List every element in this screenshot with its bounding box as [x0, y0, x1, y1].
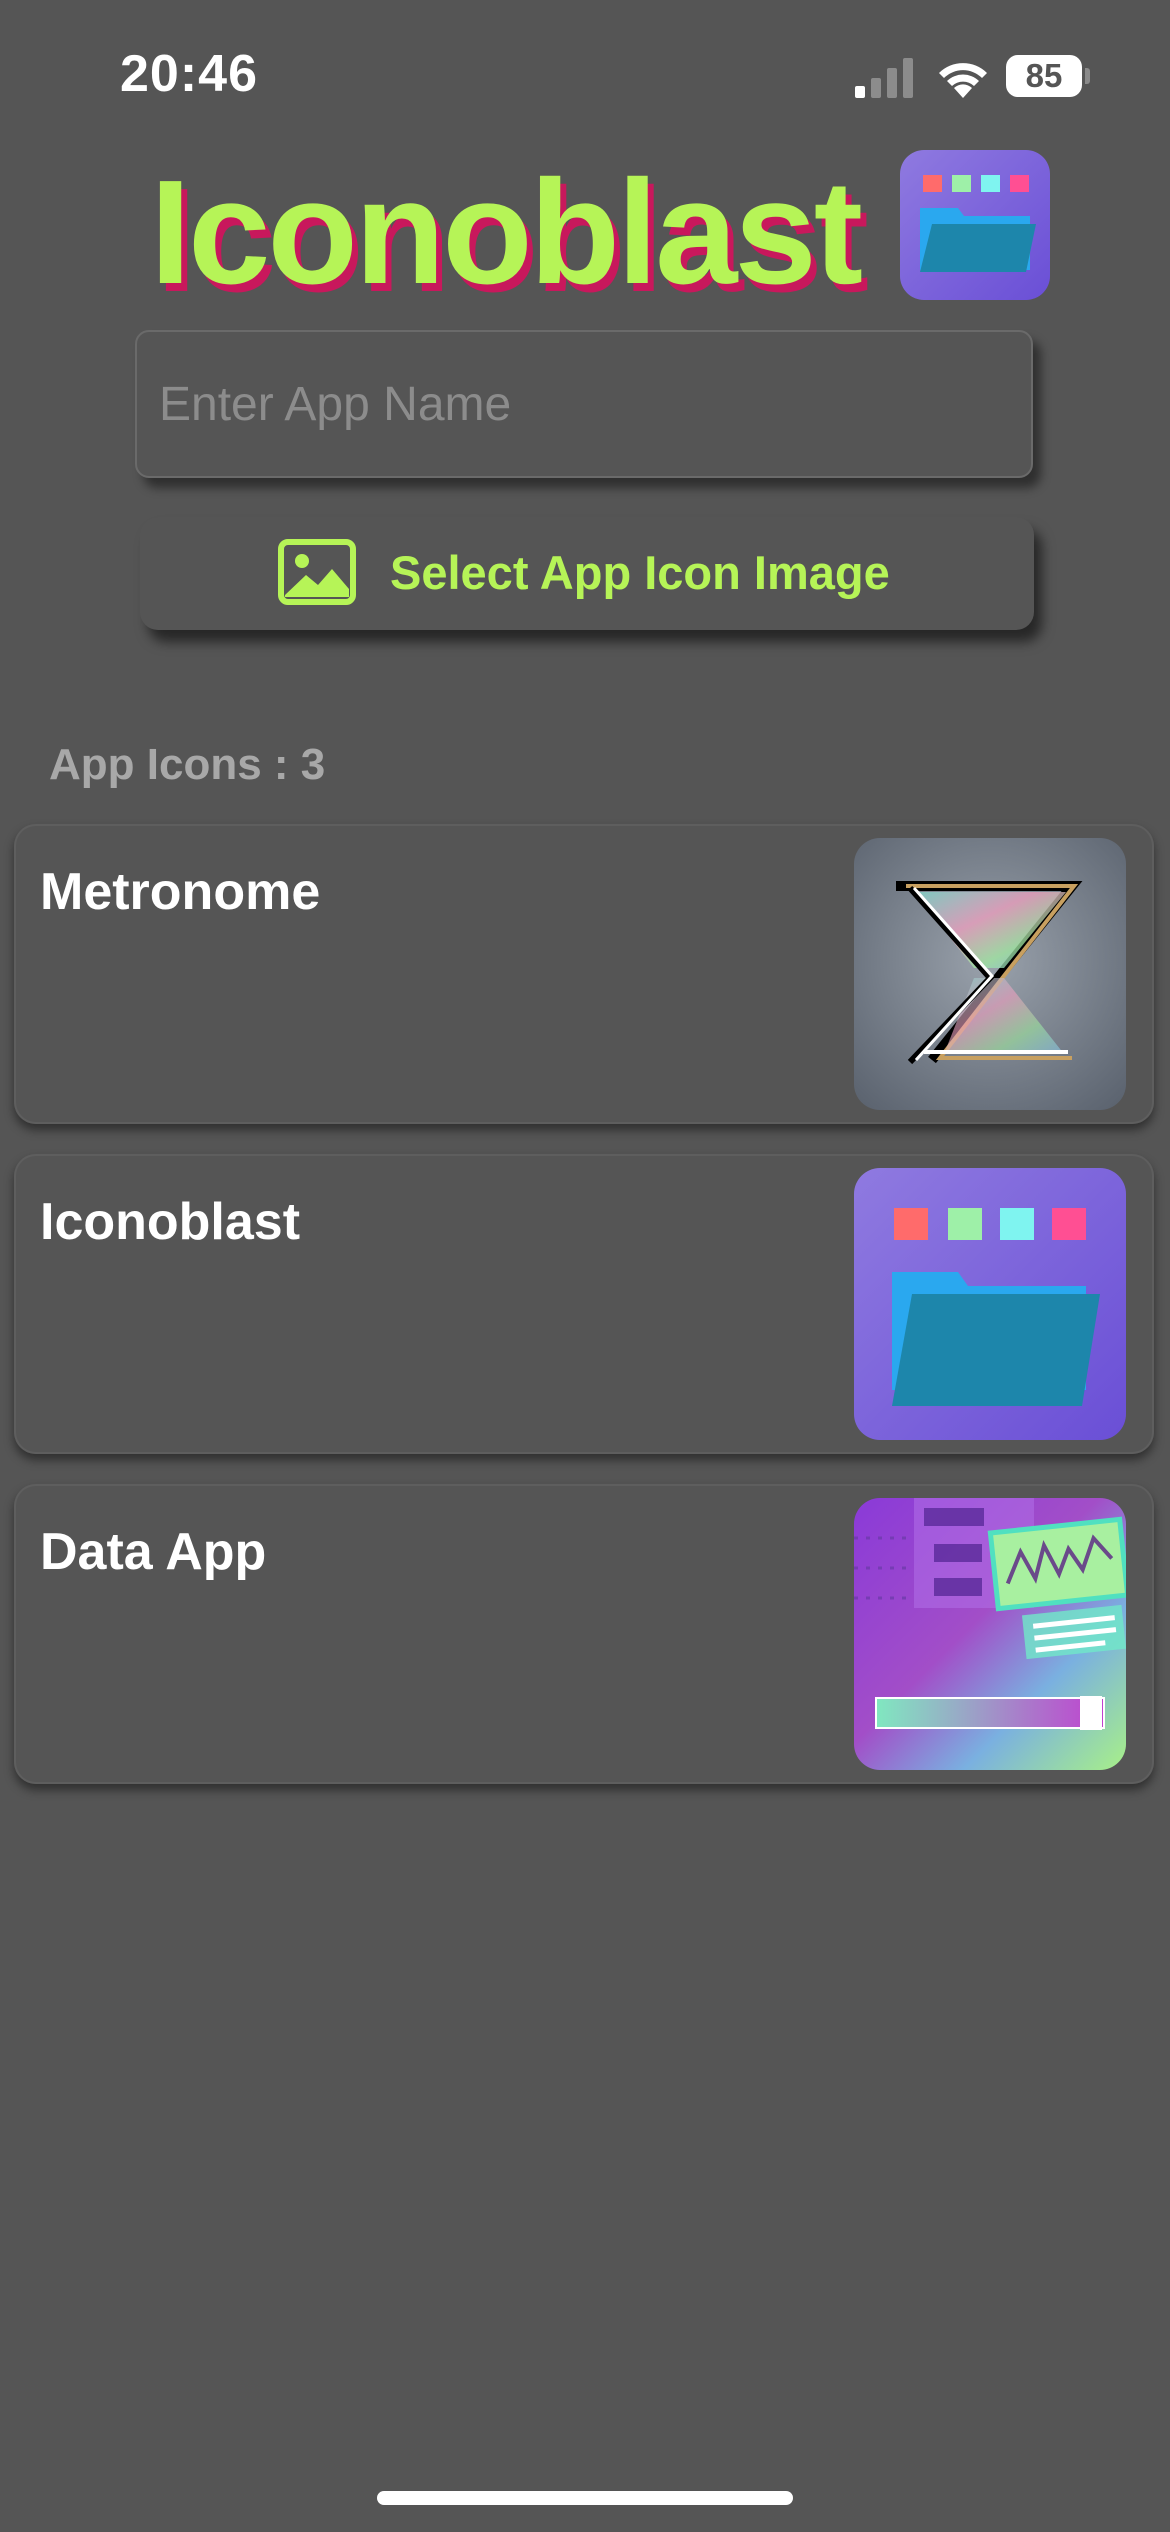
folder-with-color-squares-icon [900, 150, 1050, 300]
list-item-name: Iconoblast [40, 1193, 301, 1251]
list-item-name: Metronome [40, 863, 321, 921]
app-title: Iconoblast [150, 150, 863, 315]
battery-indicator: 85 [1006, 55, 1090, 97]
battery-percent: 85 [1025, 57, 1063, 94]
app-name-input[interactable] [135, 330, 1033, 478]
folder-with-color-squares-icon [854, 1168, 1126, 1440]
app-icons-count: App Icons : 3 [49, 740, 326, 789]
select-app-icon-image-button[interactable]: Select App Icon Image [140, 517, 1034, 630]
photo-icon [278, 539, 356, 605]
list-item[interactable]: Iconoblast [14, 1154, 1154, 1454]
status-bar: 20:46 85 [0, 0, 1170, 150]
list-item[interactable]: Data App [14, 1484, 1154, 1784]
wifi-icon [939, 63, 987, 98]
data-chart-icon [854, 1498, 1126, 1770]
home-indicator[interactable] [377, 2491, 793, 2505]
status-time: 20:46 [120, 45, 258, 103]
select-button-label: Select App Icon Image [390, 546, 890, 599]
list-item[interactable]: Metronome [14, 824, 1154, 1124]
hourglass-icon [854, 838, 1126, 1110]
list-item-name: Data App [40, 1523, 267, 1581]
cellular-signal-icon [855, 58, 913, 98]
battery-cap [1085, 68, 1090, 84]
